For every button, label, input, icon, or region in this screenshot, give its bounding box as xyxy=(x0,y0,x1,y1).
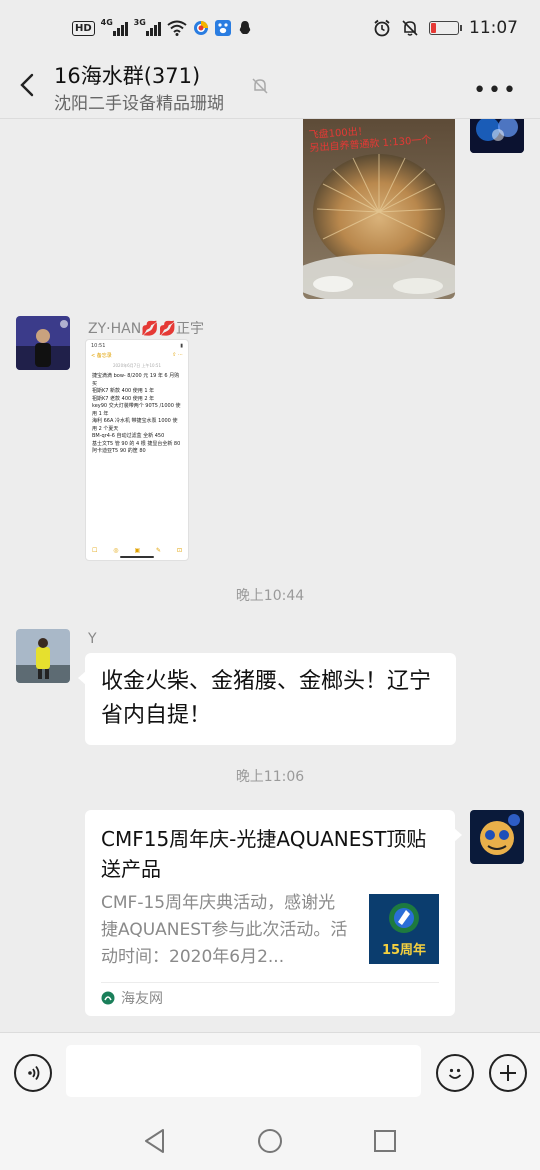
divider xyxy=(101,982,439,983)
chat-subtitle: 沈阳二手设备精品珊瑚 xyxy=(54,94,224,114)
sender-name: ZY·HAN💋💋正宇 xyxy=(88,321,205,337)
link-source: 海友网 xyxy=(101,988,163,1008)
muted-bell-icon xyxy=(252,78,268,94)
browser-icon xyxy=(193,21,208,35)
link-title: CMF15周年庆-光捷AQUANEST顶贴送产品 xyxy=(101,827,427,881)
back-arrow-icon[interactable] xyxy=(14,70,44,100)
link-description: CMF-15周年庆典活动，感谢光捷AQUANEST参与此次活动。活动时间：202… xyxy=(101,893,348,967)
nav-back-icon[interactable] xyxy=(143,1128,167,1154)
nav-home-icon[interactable] xyxy=(257,1128,283,1154)
screenshot-note-text: 捷宝滴滴 bow- 8/200 元 19 年 6 月购买 祖斯K7 新款 400… xyxy=(92,373,181,454)
add-button[interactable] xyxy=(489,1054,527,1092)
voice-button[interactable] xyxy=(14,1054,52,1092)
clock: 11:07 xyxy=(469,18,518,38)
own-avatar[interactable] xyxy=(470,810,524,864)
signal-icon-2: 3G xyxy=(134,18,161,36)
mute-bell-icon xyxy=(402,20,418,36)
timestamp: 晚上11:06 xyxy=(235,769,305,785)
coral-photo[interactable]: 飞盘100出！ 另出自养普通款 1:130一个 xyxy=(303,119,455,299)
input-bar xyxy=(0,1032,540,1113)
sender-name: Y xyxy=(88,631,97,647)
alarm-icon xyxy=(374,19,390,37)
sender-avatar[interactable] xyxy=(16,316,70,370)
hd-badge: HD xyxy=(72,20,95,36)
own-avatar[interactable] xyxy=(470,119,524,153)
message-input[interactable] xyxy=(66,1045,421,1097)
source-logo-icon xyxy=(101,991,115,1005)
smile-icon xyxy=(448,1068,462,1079)
more-options-button[interactable]: ••• xyxy=(473,78,518,103)
link-thumbnail: 15周年 xyxy=(369,894,439,964)
sender-avatar[interactable] xyxy=(16,629,70,683)
nav-recents-icon[interactable] xyxy=(373,1129,397,1153)
voice-icon xyxy=(28,1065,40,1081)
battery-icon xyxy=(429,21,462,35)
plus-icon xyxy=(500,1065,516,1081)
wifi-icon xyxy=(167,20,187,36)
chat-title: 16海水群(371) xyxy=(54,64,201,88)
system-nav-bar xyxy=(0,1112,540,1170)
screenshot-image[interactable]: 10:51 ▮ < 备忘录 ⇧ ⋯ 2020年6月7日 上午10:51 捷宝滴滴 b… xyxy=(85,339,189,561)
emoji-button[interactable] xyxy=(436,1054,474,1092)
signal-icon: 4G xyxy=(101,18,128,36)
message-list[interactable]: 飞盘100出！ 另出自养普通款 1:130一个 ZY·HAN💋💋正宇 10:51… xyxy=(0,119,540,1032)
timestamp: 晚上10:44 xyxy=(235,588,305,604)
chat-header: 16海水群(371) 沈阳二手设备精品珊瑚 ••• xyxy=(0,56,540,119)
paw-icon xyxy=(214,20,231,36)
text-message[interactable]: 收金火柴、金猪腰、金榔头！辽宁省内自提！ xyxy=(78,653,456,745)
status-bar: HD 4G 3G 11:07 xyxy=(0,0,540,62)
link-card[interactable]: CMF15周年庆-光捷AQUANEST顶贴送产品 CMF-15周年庆典活动，感谢… xyxy=(85,810,462,1016)
qq-icon xyxy=(239,21,250,34)
